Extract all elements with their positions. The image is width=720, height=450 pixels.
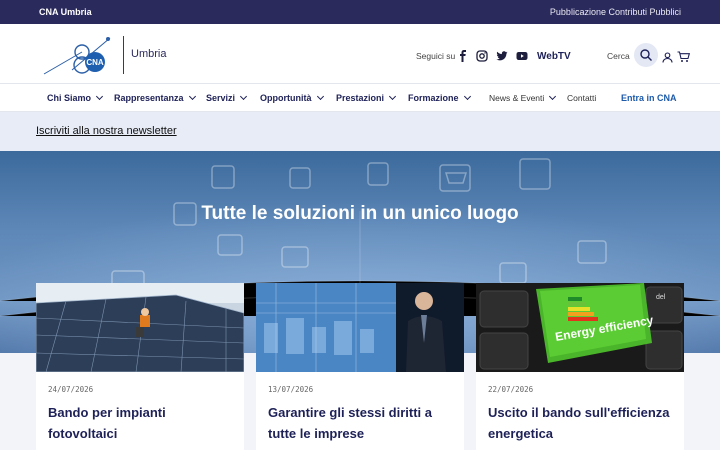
chevron-down-icon — [239, 92, 248, 101]
news-card[interactable]: 24/07/2026 Bando per impianti fotovoltai… — [36, 283, 244, 450]
nav-item-news-eventi[interactable]: News & Eventi — [489, 92, 557, 103]
follow-label: Seguici su — [416, 51, 456, 61]
chevron-down-icon — [95, 92, 104, 101]
publication-link[interactable]: Pubblicazione Contributi Pubblici — [550, 7, 681, 17]
card-title[interactable]: Bando per impianti fotovoltaici — [48, 402, 238, 444]
nav-item-servizi[interactable]: Servizi — [206, 92, 248, 103]
nav-item-prestazioni[interactable]: Prestazioni — [336, 92, 397, 103]
nav-item-formazione[interactable]: Formazione — [408, 92, 471, 103]
hero-title: Tutte le soluzioni in un unico luogo — [201, 203, 519, 224]
newsletter-bar: Iscriviti alla nostra newsletter — [0, 112, 720, 151]
instagram-icon[interactable] — [476, 49, 488, 62]
user-icon[interactable] — [662, 50, 673, 63]
search-icon — [640, 49, 652, 61]
main-nav: Chi Siamo Rappresentanza Servizi Opportu… — [0, 84, 720, 112]
card-image-solar — [36, 283, 244, 372]
card-date: 24/07/2026 — [48, 385, 94, 394]
facebook-icon[interactable] — [457, 49, 469, 62]
top-bar: CNA Umbria Pubblicazione Contributi Pubb… — [0, 0, 720, 24]
card-image-energy: Energy efficiency del — [476, 283, 684, 372]
nav-item-entra-in-cna[interactable]: Entra in CNA — [621, 93, 677, 103]
search-button[interactable] — [634, 43, 658, 67]
news-card[interactable]: Energy efficiency del 22/07/2026 Uscito … — [476, 283, 684, 450]
cna-logo[interactable]: CNA — [42, 34, 114, 78]
nav-item-rappresentanza[interactable]: Rappresentanza — [114, 92, 196, 103]
nav-item-chi-siamo[interactable]: Chi Siamo — [47, 92, 104, 103]
youtube-icon[interactable] — [516, 49, 528, 61]
card-date: 13/07/2026 — [268, 385, 314, 394]
twitter-icon[interactable] — [496, 49, 508, 61]
news-card[interactable]: 13/07/2026 Garantire gli stessi diritti … — [256, 283, 464, 450]
chevron-down-icon — [388, 92, 397, 101]
svg-text:del: del — [656, 294, 666, 301]
logo-separator — [123, 36, 124, 74]
chevron-down-icon — [316, 92, 324, 101]
card-title[interactable]: Uscito il bando sull'efficienza energeti… — [488, 402, 678, 444]
chevron-down-icon — [549, 92, 557, 101]
webtv-link[interactable]: WebTV — [537, 51, 571, 62]
nav-item-contatti[interactable]: Contatti — [567, 93, 596, 103]
header: CNA Umbria Seguici su WebTV Cerca — [0, 24, 720, 84]
logo-text: CNA — [86, 58, 104, 67]
newsletter-link[interactable]: Iscriviti alla nostra newsletter — [36, 125, 177, 137]
cart-icon[interactable] — [677, 50, 691, 62]
card-date: 22/07/2026 — [488, 385, 534, 394]
region-name: Umbria — [131, 48, 167, 60]
brand-link[interactable]: CNA Umbria — [39, 7, 92, 17]
chevron-down-icon — [188, 92, 196, 101]
chevron-down-icon — [463, 92, 471, 101]
nav-item-opportunita[interactable]: Opportunità — [260, 92, 324, 103]
card-title[interactable]: Garantire gli stessi diritti a tutte le … — [268, 402, 458, 444]
card-image-business — [256, 283, 464, 372]
search-label[interactable]: Cerca — [607, 51, 630, 61]
